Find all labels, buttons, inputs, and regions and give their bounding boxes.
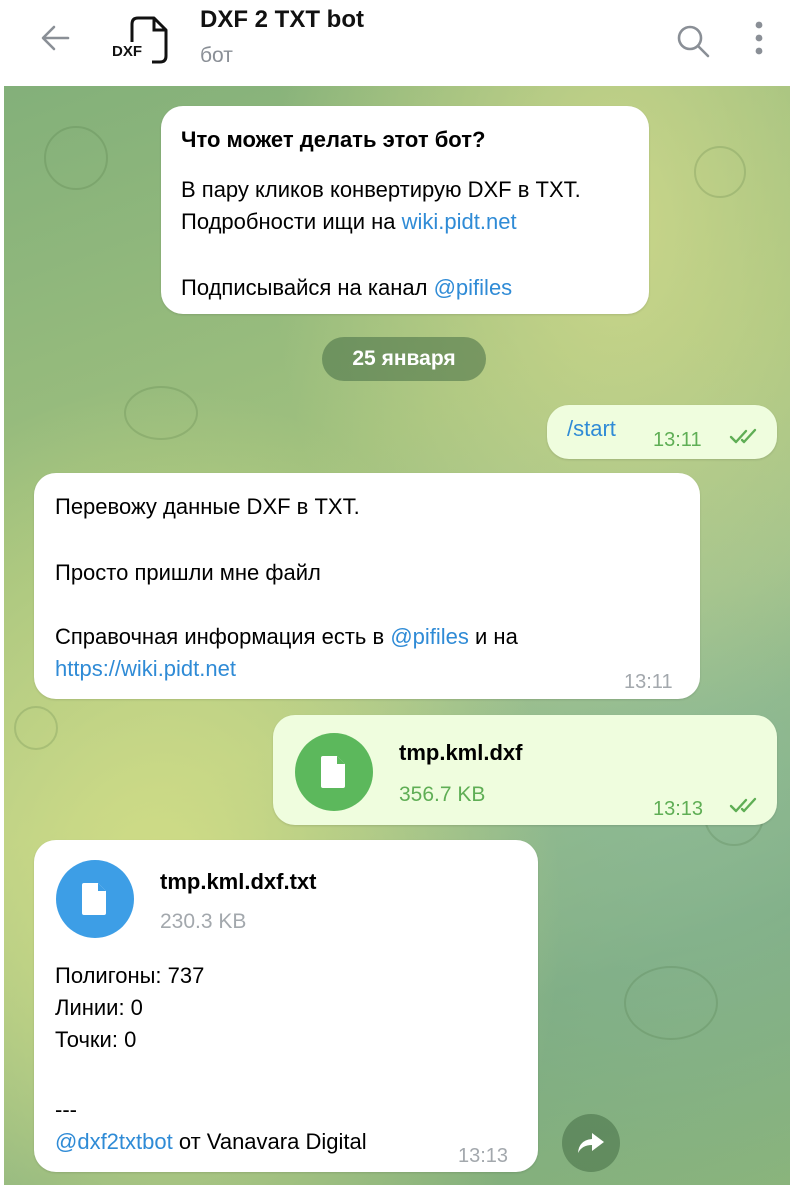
file-icon-button[interactable]	[295, 733, 373, 811]
intro-text: Подписывайся на канал	[181, 275, 434, 300]
intro-line: Подписывайся на канал @pifiles	[181, 272, 512, 304]
forward-button[interactable]	[562, 1114, 620, 1172]
wiki-link[interactable]: wiki.pidt.net	[402, 209, 517, 234]
message-text: Справочная информация есть в	[55, 624, 391, 649]
document-icon	[321, 756, 345, 788]
file-size: 230.3 KB	[160, 910, 247, 933]
message-time: 13:11	[624, 671, 673, 693]
bot-mention-link[interactable]: @dxf2txtbot	[55, 1129, 173, 1154]
bot-avatar[interactable]: DXF	[108, 12, 172, 68]
message-line: Перевожу данные DXF в TXT.	[55, 494, 360, 519]
points-count: Точки: 0	[55, 1027, 137, 1052]
lines-count: Линии: 0	[55, 995, 143, 1020]
separator-text: ---	[55, 1097, 77, 1122]
message-text: и на	[468, 624, 518, 649]
doodle-pattern	[694, 146, 746, 198]
date-separator: 25 января	[322, 337, 486, 381]
intro-line: Подробности ищи на wiki.pidt.net	[181, 206, 517, 238]
channel-link[interactable]: @pifiles	[390, 624, 469, 649]
search-icon[interactable]	[672, 20, 714, 62]
incoming-file-message[interactable]: tmp.kml.dxf.txt 230.3 KB Полигоны: 737 Л…	[34, 840, 538, 1172]
intro-line: В пару кликов конвертирую DXF в TXT.	[181, 177, 581, 202]
footer-line: @dxf2txtbot от Vanavara Digital	[55, 1126, 367, 1158]
outgoing-file-message[interactable]: tmp.kml.dxf 356.7 KB 13:13	[273, 715, 777, 825]
polygons-count: Полигоны: 737	[55, 963, 205, 988]
doodle-pattern	[44, 126, 108, 190]
doodle-pattern	[124, 386, 198, 440]
footer-text: от Vanavara Digital	[172, 1129, 367, 1154]
file-size: 356.7 KB	[399, 783, 486, 806]
command-link[interactable]: /start	[567, 413, 616, 445]
message-line: Справочная информация есть в @pifiles и …	[55, 621, 518, 653]
arrow-left-icon[interactable]	[36, 18, 76, 58]
double-check-icon	[729, 797, 757, 813]
doodle-pattern	[624, 966, 718, 1040]
chat-header: DXF DXF 2 TXT bot бот	[0, 0, 790, 86]
message-line: Просто пришли мне файл	[55, 560, 321, 585]
svg-text:DXF: DXF	[112, 43, 142, 60]
more-vertical-icon[interactable]	[744, 16, 774, 62]
bot-intro-card: Что может делать этот бот? В пару кликов…	[161, 106, 649, 314]
file-icon-button[interactable]	[56, 860, 134, 938]
file-name[interactable]: tmp.kml.dxf.txt	[160, 866, 316, 898]
doodle-pattern	[14, 706, 58, 750]
incoming-message[interactable]: Перевожу данные DXF в TXT. Просто пришли…	[34, 473, 700, 699]
chat-subtitle: бот	[200, 44, 233, 67]
chat-title[interactable]: DXF 2 TXT bot	[200, 6, 364, 34]
outgoing-message[interactable]: /start 13:11	[547, 405, 777, 459]
channel-link[interactable]: @pifiles	[434, 275, 513, 300]
forward-arrow-icon	[578, 1133, 604, 1153]
message-time: 13:13	[653, 798, 704, 820]
message-time: 13:11	[653, 429, 702, 451]
dxf-logo-icon: DXF	[112, 16, 168, 64]
double-check-icon	[729, 428, 757, 444]
wiki-url-link[interactable]: https://wiki.pidt.net	[55, 653, 236, 685]
message-time: 13:13	[458, 1145, 509, 1167]
document-icon	[82, 883, 106, 915]
intro-text: Подробности ищи на	[181, 209, 402, 234]
file-name[interactable]: tmp.kml.dxf	[399, 737, 522, 769]
intro-heading: Что может делать этот бот?	[181, 127, 486, 152]
